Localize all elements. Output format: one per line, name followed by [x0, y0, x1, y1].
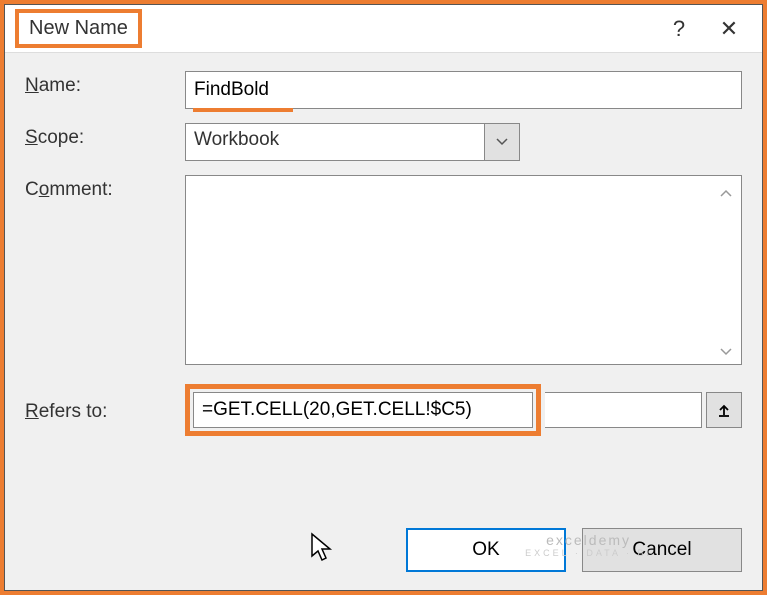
chevron-down-icon [496, 138, 508, 146]
comment-label: Comment: [25, 175, 185, 201]
scope-select[interactable]: Workbook [185, 123, 520, 161]
title-highlight: New Name [15, 9, 142, 48]
cursor-icon [310, 532, 336, 564]
name-row: Name: [25, 71, 742, 109]
help-icon: ? [673, 16, 685, 42]
button-row: OK Cancel exceldemy EXCEL · DATA · BI [5, 514, 762, 590]
refers-to-field-extension[interactable] [545, 392, 702, 428]
collapse-dialog-button[interactable] [706, 392, 742, 428]
comment-textarea[interactable] [185, 175, 742, 365]
close-button[interactable]: ✕ [704, 9, 754, 49]
ok-button-label: OK [472, 539, 499, 561]
name-label: Name: [25, 71, 185, 97]
help-button[interactable]: ? [654, 9, 704, 49]
name-input[interactable] [185, 71, 742, 109]
name-highlight-underline [193, 108, 293, 112]
scope-value: Workbook [185, 123, 484, 161]
dialog-highlight-frame: New Name ? ✕ Name: [0, 0, 767, 595]
titlebar: New Name ? ✕ [5, 5, 762, 53]
scope-dropdown-button[interactable] [484, 123, 520, 161]
collapse-icon [717, 403, 731, 417]
new-name-dialog: New Name ? ✕ Name: [4, 4, 763, 591]
dialog-body: Name: Scope: Workbook [5, 53, 762, 514]
dialog-title: New Name [29, 17, 128, 39]
scroll-up-icon[interactable] [714, 181, 738, 205]
cancel-button-label: Cancel [632, 539, 691, 561]
refers-to-row: Refers to: [25, 384, 742, 436]
refers-to-label: Refers to: [25, 397, 185, 423]
scroll-down-icon[interactable] [714, 340, 738, 364]
scope-label: Scope: [25, 123, 185, 149]
refers-to-highlight [185, 384, 541, 436]
ok-button[interactable]: OK [406, 528, 566, 572]
refers-to-input[interactable] [193, 392, 533, 428]
comment-row: Comment: [25, 175, 742, 370]
scope-row: Scope: Workbook [25, 123, 742, 161]
close-icon: ✕ [720, 16, 738, 42]
cancel-button[interactable]: Cancel [582, 528, 742, 572]
